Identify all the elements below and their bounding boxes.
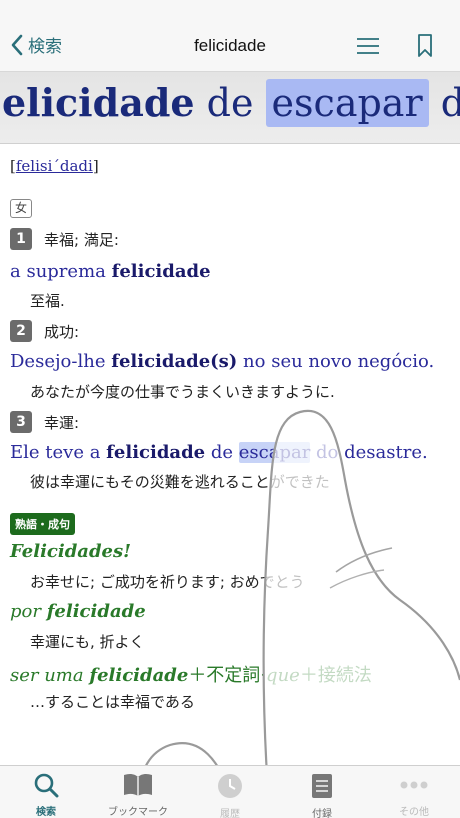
page-title: felicidade xyxy=(194,36,266,55)
idiom-translation: お幸せに; ご成功を祈ります; おめでとう xyxy=(30,573,305,591)
document-icon xyxy=(310,772,334,800)
gender-badge: 女 xyxy=(10,199,32,218)
tab-bar: 検索 ブックマーク 履歴 付録 その他 xyxy=(0,765,460,818)
example-sentence[interactable]: Ele teve a felicidade de escapar do desa… xyxy=(10,442,428,463)
navigation-bar: 検索 felicidade xyxy=(0,0,460,72)
sense-1: 1 幸福; 満足: xyxy=(10,228,119,250)
sense-number: 3 xyxy=(10,411,32,433)
idiom-phrase[interactable]: ser uma felicidade＋不定詞·que＋接続法 xyxy=(10,661,372,687)
tab-appendix[interactable]: 付録 xyxy=(276,766,368,818)
example-sentence[interactable]: a suprema felicidade xyxy=(10,261,211,282)
magnifier-loupe: elicidade de escapar do d xyxy=(0,72,460,144)
sense-gloss: 幸運: xyxy=(44,413,80,432)
sense-gloss: 成功: xyxy=(44,322,80,341)
sense-2: 2 成功: xyxy=(10,320,79,342)
bookmark-icon[interactable] xyxy=(415,33,435,59)
idiom-phrase[interactable]: Felicidades! xyxy=(10,541,131,562)
sense-gloss: 幸福; 満足: xyxy=(44,230,119,249)
example-translation: あなたが今度の仕事でうまくいきますように. xyxy=(30,383,335,401)
magnified-headword: elicidade xyxy=(2,80,195,125)
idiom-phrase[interactable]: por felicidade xyxy=(10,601,146,622)
sense-number: 1 xyxy=(10,228,32,250)
search-icon xyxy=(33,772,59,798)
example-sentence[interactable]: Desejo-lhe felicidade(s) no seu novo neg… xyxy=(10,351,434,372)
tab-more[interactable]: その他 xyxy=(368,766,460,818)
sense-number: 2 xyxy=(10,320,32,342)
text-selection: escapar xyxy=(238,442,311,463)
dictionary-entry: [felisi´dadi] 女 1 幸福; 満足: a suprema feli… xyxy=(0,145,460,765)
tab-history[interactable]: 履歴 xyxy=(184,766,276,818)
clock-icon xyxy=(216,772,244,800)
menu-icon[interactable] xyxy=(355,36,381,56)
book-icon xyxy=(122,772,154,798)
idiom-translation: 幸運にも, 折よく xyxy=(30,633,145,651)
tab-search[interactable]: 検索 xyxy=(0,766,92,818)
magnified-text: elicidade de escapar do d xyxy=(2,79,460,127)
idiom-section-badge: 熟語・成句 xyxy=(10,513,75,535)
idiom-translation: …することは幸福である xyxy=(30,693,195,711)
pronunciation: [felisi´dadi] xyxy=(10,157,99,175)
example-translation: 彼は幸運にもその災難を逃れることができた xyxy=(30,473,330,491)
sense-3: 3 幸運: xyxy=(10,411,79,433)
pronunciation-link[interactable]: felisi´dadi xyxy=(16,157,93,175)
example-translation: 至福. xyxy=(30,292,65,310)
tab-bookmarks[interactable]: ブックマーク xyxy=(92,766,184,818)
magnified-selection: escapar xyxy=(265,79,429,127)
more-icon xyxy=(399,772,429,798)
